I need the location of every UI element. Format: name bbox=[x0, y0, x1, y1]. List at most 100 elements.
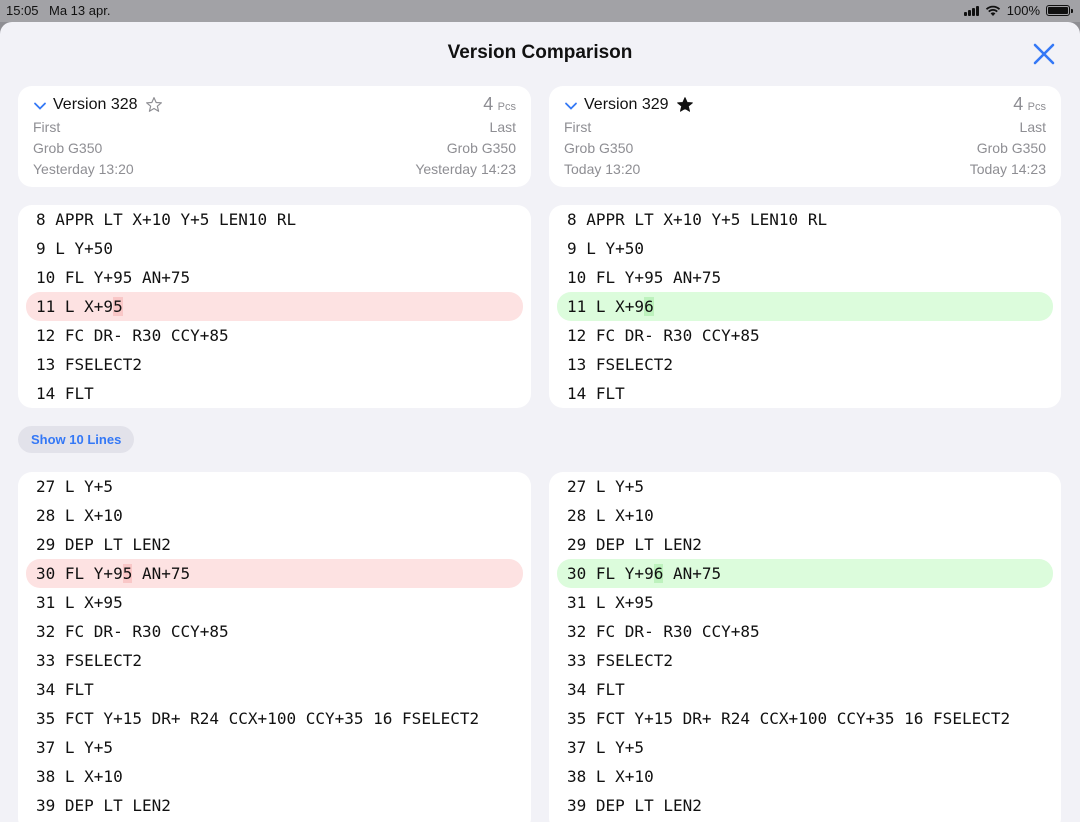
code-line: 35 FCT Y+15 DR+ R24 CCX+100 CCY+35 16 FS… bbox=[26, 704, 523, 733]
code-text: 14 FLT bbox=[567, 384, 625, 403]
code-text: 8 APPR LT X+10 Y+5 LEN10 RL bbox=[36, 210, 297, 229]
code-text: 38 L X+10 bbox=[36, 767, 123, 786]
star-filled-icon[interactable] bbox=[676, 96, 694, 114]
changed-character: 6 bbox=[653, 564, 664, 583]
code-line: 28 L X+10 bbox=[26, 501, 523, 530]
show-lines-button[interactable]: Show 10 Lines bbox=[18, 426, 135, 453]
code-text: 34 FLT bbox=[36, 680, 94, 699]
diff-block-2-left: 27 L Y+5 28 L X+10 29 DEP LT LEN2 30 FL Y+9… bbox=[18, 472, 531, 822]
code-line: 13 FSELECT2 bbox=[557, 350, 1053, 379]
close-icon[interactable] bbox=[1031, 41, 1057, 67]
code-line: 27 L Y+5 bbox=[557, 472, 1053, 501]
added-code-line: 30 FL Y+96 AN+75 bbox=[557, 559, 1053, 588]
code-text: 14 FLT bbox=[36, 384, 94, 403]
code-line: 31 L X+95 bbox=[26, 588, 523, 617]
code-text: 37 L Y+5 bbox=[567, 738, 645, 757]
code-text: 32 FC DR- R30 CCY+85 bbox=[567, 622, 760, 641]
last-time: Yesterday 14:23 bbox=[415, 161, 516, 177]
last-machine: Grob G350 bbox=[446, 140, 516, 156]
code-text: 35 FCT Y+15 DR+ R24 CCX+100 CCY+35 16 FS… bbox=[36, 709, 480, 728]
code-text: 28 L X+10 bbox=[36, 506, 123, 525]
code-line: 10 FL Y+95 AN+75 bbox=[26, 263, 523, 292]
code-line: 14 FLT bbox=[557, 379, 1053, 408]
version-title[interactable]: Version 329 bbox=[584, 96, 669, 114]
status-time: 15:05 bbox=[6, 3, 39, 18]
right-version-header[interactable]: Version 329 4 Pcs First Last Grob G350 Gro… bbox=[549, 86, 1061, 187]
first-time: Today 13:20 bbox=[564, 161, 641, 177]
last-label: Last bbox=[489, 119, 516, 135]
code-line: 34 FLT bbox=[557, 675, 1053, 704]
removed-code-line: 11 L X+95 bbox=[26, 292, 523, 321]
status-bar: 15:05 Ma 13 apr. 100% bbox=[0, 0, 1080, 22]
code-line: 32 FC DR- R30 CCY+85 bbox=[557, 617, 1053, 646]
left-version-header[interactable]: Version 328 4 Pcs First Last Grob G350 Gro… bbox=[18, 86, 531, 187]
status-date: Ma 13 apr. bbox=[49, 3, 111, 18]
code-line: 28 L X+10 bbox=[557, 501, 1053, 530]
diff-block-2-right: 27 L Y+5 28 L X+10 29 DEP LT LEN2 30 FL Y+9… bbox=[549, 472, 1061, 822]
code-line: 14 FLT bbox=[26, 379, 523, 408]
code-text: 33 FSELECT2 bbox=[567, 651, 673, 670]
code-text: 12 FC DR- R30 CCY+85 bbox=[36, 326, 229, 345]
battery-icon bbox=[1046, 5, 1073, 16]
code-text: 29 DEP LT LEN2 bbox=[36, 535, 171, 554]
piece-count: 4 Pcs bbox=[483, 94, 516, 114]
code-text: 13 FSELECT2 bbox=[36, 355, 142, 374]
code-text-rest: AN+75 bbox=[663, 564, 722, 583]
code-line: 29 DEP LT LEN2 bbox=[26, 530, 523, 559]
changed-character: 6 bbox=[644, 297, 654, 316]
code-line: 12 FC DR- R30 CCY+85 bbox=[26, 321, 523, 350]
code-text: 32 FC DR- R30 CCY+85 bbox=[36, 622, 229, 641]
diff-block-1-right: 8 APPR LT X+10 Y+5 LEN10 RL 9 L Y+50 10 FL… bbox=[549, 205, 1061, 408]
code-text: 8 APPR LT X+10 Y+5 LEN10 RL bbox=[567, 210, 828, 229]
last-time: Today 14:23 bbox=[969, 161, 1046, 177]
code-line: 34 FLT bbox=[26, 675, 523, 704]
last-machine: Grob G350 bbox=[976, 140, 1046, 156]
changed-character: 5 bbox=[113, 297, 123, 316]
code-line: 9 L Y+50 bbox=[26, 234, 523, 263]
version-comparison-sheet: Version Comparison Version 328 4 Pcs Fir… bbox=[0, 22, 1080, 822]
code-text: 10 FL Y+95 AN+75 bbox=[567, 268, 722, 287]
code-line: 33 FSELECT2 bbox=[26, 646, 523, 675]
code-line: 29 DEP LT LEN2 bbox=[557, 530, 1053, 559]
version-title[interactable]: Version 328 bbox=[53, 96, 138, 114]
code-line: 38 L X+10 bbox=[557, 762, 1053, 791]
code-text: 9 L Y+50 bbox=[36, 239, 114, 258]
battery-percentage: 100% bbox=[1006, 3, 1040, 18]
code-text: 11 L X+9 bbox=[36, 297, 114, 316]
first-label: First bbox=[564, 119, 592, 135]
code-line: 38 L X+10 bbox=[26, 762, 523, 791]
code-text: 33 FSELECT2 bbox=[36, 651, 142, 670]
code-text: 30 FL Y+9 bbox=[567, 564, 654, 583]
diff-block-1-left: 8 APPR LT X+10 Y+5 LEN10 RL 9 L Y+50 10 FL… bbox=[18, 205, 531, 408]
code-text: 34 FLT bbox=[567, 680, 625, 699]
removed-code-line: 30 FL Y+95 AN+75 bbox=[26, 559, 523, 588]
cellular-signal-icon bbox=[963, 5, 979, 16]
chevron-down-icon[interactable] bbox=[33, 101, 47, 111]
first-time: Yesterday 13:20 bbox=[33, 161, 134, 177]
code-line: 35 FCT Y+15 DR+ R24 CCX+100 CCY+35 16 FS… bbox=[557, 704, 1053, 733]
code-line: 8 APPR LT X+10 Y+5 LEN10 RL bbox=[26, 205, 523, 234]
chevron-down-icon[interactable] bbox=[564, 101, 578, 111]
code-line: 39 DEP LT LEN2 bbox=[557, 791, 1053, 820]
code-line: 31 L X+95 bbox=[557, 588, 1053, 617]
code-line: 39 DEP LT LEN2 bbox=[26, 791, 523, 820]
code-text: 39 DEP LT LEN2 bbox=[567, 796, 702, 815]
star-outline-icon[interactable] bbox=[145, 96, 163, 114]
first-label: First bbox=[33, 119, 61, 135]
added-code-line: 11 L X+96 bbox=[557, 292, 1053, 321]
code-line: 10 FL Y+95 AN+75 bbox=[557, 263, 1053, 292]
code-text: 31 L X+95 bbox=[36, 593, 123, 612]
code-line: 37 L Y+5 bbox=[26, 733, 523, 762]
code-text: 30 FL Y+9 bbox=[36, 564, 123, 583]
first-machine: Grob G350 bbox=[33, 140, 103, 156]
code-text: 13 FSELECT2 bbox=[567, 355, 673, 374]
first-machine: Grob G350 bbox=[564, 140, 634, 156]
code-line: 9 L Y+50 bbox=[557, 234, 1053, 263]
code-text: 27 L Y+5 bbox=[567, 477, 645, 496]
last-label: Last bbox=[1019, 119, 1046, 135]
changed-character: 5 bbox=[122, 564, 133, 583]
code-text: 29 DEP LT LEN2 bbox=[567, 535, 702, 554]
code-text: 10 FL Y+95 AN+75 bbox=[36, 268, 191, 287]
status-indicators: 100% bbox=[963, 3, 1073, 18]
piece-count: 4 Pcs bbox=[1013, 94, 1046, 114]
